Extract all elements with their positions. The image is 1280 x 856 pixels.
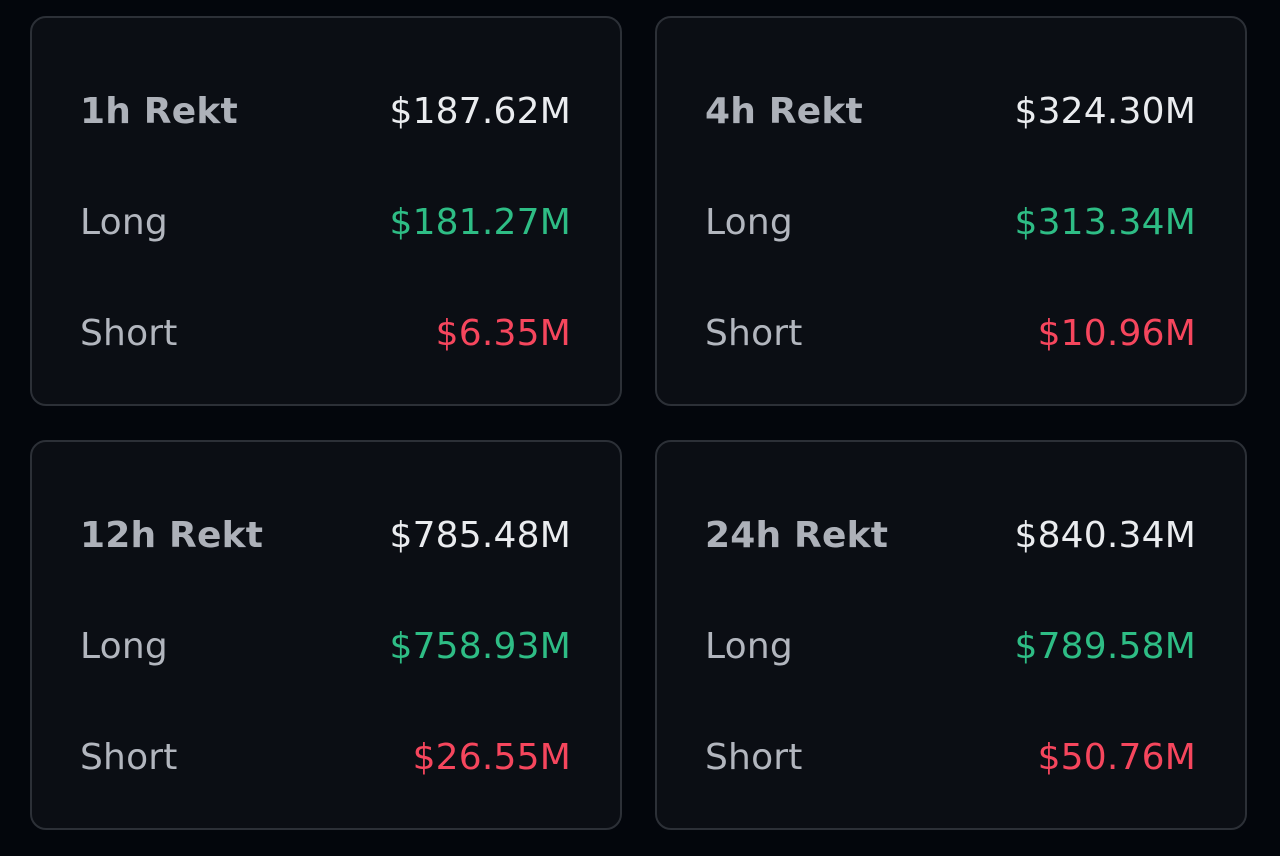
short-value: $50.76M	[1037, 737, 1196, 778]
total-row: 12h Rekt $785.48M	[80, 514, 571, 558]
card-title: 4h Rekt	[705, 91, 863, 132]
short-value: $10.96M	[1037, 313, 1196, 354]
short-label: Short	[80, 313, 178, 354]
total-row: 4h Rekt $324.30M	[705, 90, 1196, 134]
card-title: 12h Rekt	[80, 515, 264, 556]
short-row: Short $50.76M	[705, 736, 1196, 780]
total-value: $785.48M	[389, 515, 571, 556]
long-row: Long $181.27M	[80, 201, 571, 245]
liquidation-stats-grid: 1h Rekt $187.62M Long $181.27M Short $6.…	[0, 0, 1280, 856]
total-row: 24h Rekt $840.34M	[705, 514, 1196, 558]
short-label: Short	[705, 737, 803, 778]
rekt-card-12h: 12h Rekt $785.48M Long $758.93M Short $2…	[30, 440, 622, 830]
long-row: Long $313.34M	[705, 201, 1196, 245]
rekt-card-1h: 1h Rekt $187.62M Long $181.27M Short $6.…	[30, 16, 622, 406]
long-label: Long	[80, 626, 168, 667]
short-value: $26.55M	[412, 737, 571, 778]
short-value: $6.35M	[435, 313, 571, 354]
short-row: Short $26.55M	[80, 736, 571, 780]
long-label: Long	[80, 202, 168, 243]
total-row: 1h Rekt $187.62M	[80, 90, 571, 134]
total-value: $324.30M	[1014, 91, 1196, 132]
long-value: $313.34M	[1014, 202, 1196, 243]
short-row: Short $10.96M	[705, 312, 1196, 356]
total-value: $187.62M	[389, 91, 571, 132]
card-title: 1h Rekt	[80, 91, 238, 132]
rekt-card-4h: 4h Rekt $324.30M Long $313.34M Short $10…	[655, 16, 1247, 406]
short-label: Short	[80, 737, 178, 778]
total-value: $840.34M	[1014, 515, 1196, 556]
long-value: $181.27M	[389, 202, 571, 243]
short-row: Short $6.35M	[80, 312, 571, 356]
short-label: Short	[705, 313, 803, 354]
long-value: $758.93M	[389, 626, 571, 667]
long-label: Long	[705, 202, 793, 243]
card-title: 24h Rekt	[705, 515, 889, 556]
long-label: Long	[705, 626, 793, 667]
long-value: $789.58M	[1014, 626, 1196, 667]
rekt-card-24h: 24h Rekt $840.34M Long $789.58M Short $5…	[655, 440, 1247, 830]
long-row: Long $758.93M	[80, 625, 571, 669]
long-row: Long $789.58M	[705, 625, 1196, 669]
